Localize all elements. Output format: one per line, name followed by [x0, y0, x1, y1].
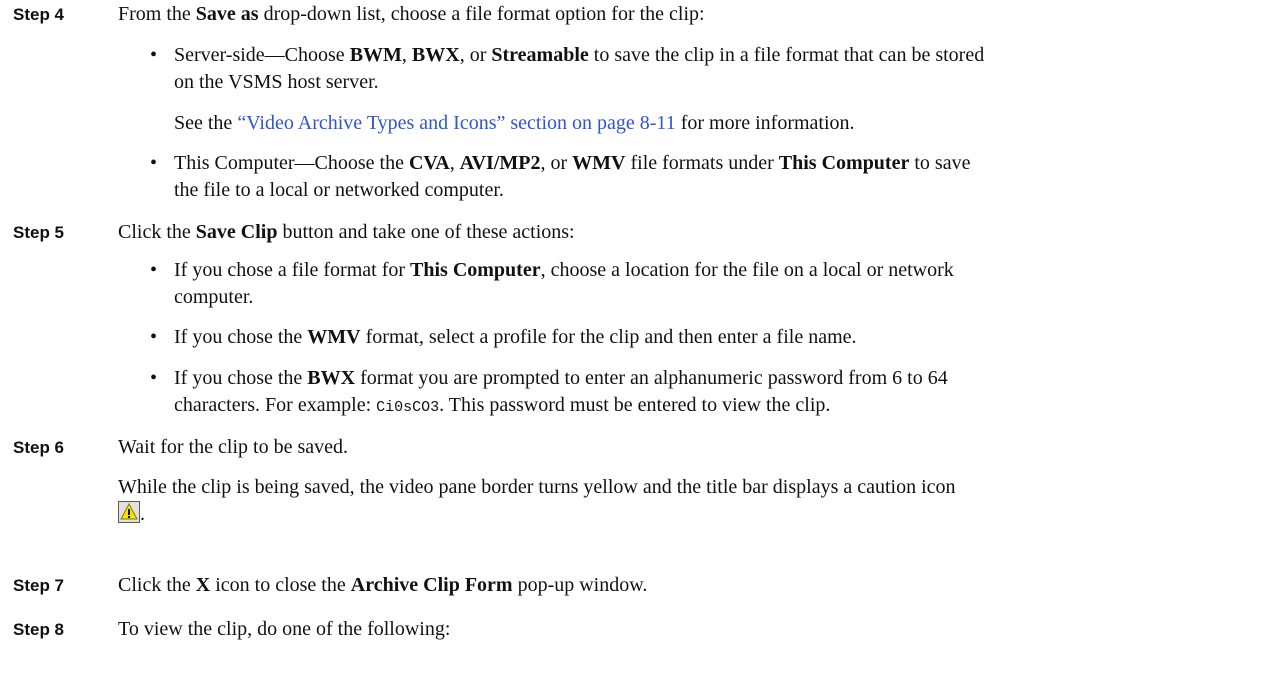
ui-term: BWX: [411, 44, 460, 66]
ui-term: X: [195, 574, 211, 596]
ui-term: This Computer: [778, 152, 910, 174]
list-item-text: Server-side—Choose BWM, BWX, or Streamab…: [174, 42, 1260, 96]
text: See the: [174, 112, 238, 134]
text: Click the: [118, 574, 196, 596]
step-text: Wait for the clip to be saved.: [118, 436, 348, 458]
text: Server-side—Choose: [174, 44, 350, 66]
step-text: From the Save as drop-down list, choose …: [118, 1, 1258, 28]
text: pop-up window.: [512, 574, 648, 596]
paragraph: While the clip is being saved, the video…: [118, 474, 1258, 528]
text: If you chose a file format for: [174, 259, 411, 281]
text: drop-down list, choose a file format opt…: [258, 3, 705, 25]
bullet: •: [150, 259, 158, 281]
list-item-text: If you chose the WMV format, select a pr…: [174, 324, 1260, 351]
text: button and take one of these actions:: [277, 221, 575, 243]
text: Click the: [118, 221, 196, 243]
see-also-paragraph: See the “Video Archive Types and Icons” …: [174, 110, 1260, 137]
step-text: Click the X icon to close the Archive Cl…: [118, 572, 1258, 599]
text: to save the clip in a file format that c…: [588, 44, 985, 66]
ui-term: AVI/MP2: [459, 152, 541, 174]
ui-term: Save as: [195, 3, 259, 25]
ui-term: Streamable: [491, 44, 589, 66]
ui-term: CVA: [408, 152, 450, 174]
caution-icon: [118, 501, 140, 523]
text: computer.: [174, 286, 254, 308]
text: . This password must be entered to view …: [439, 394, 831, 416]
step-label: Step 6: [13, 438, 65, 457]
text: , or: [540, 152, 573, 174]
bullet: •: [150, 326, 158, 348]
text: , or: [459, 44, 492, 66]
text: characters. For example:: [174, 394, 377, 416]
bullet: •: [150, 367, 158, 389]
cross-reference-link[interactable]: “Video Archive Types and Icons” section …: [237, 112, 675, 134]
text: , choose a location for the file on a lo…: [540, 259, 954, 281]
text: If you chose the: [174, 326, 308, 348]
text: .: [140, 503, 145, 525]
text: on the VSMS host server.: [174, 71, 379, 93]
step-label: Step 5: [13, 223, 65, 242]
list-item-text: This Computer—Choose the CVA, AVI/MP2, o…: [174, 150, 1260, 204]
bullet: •: [150, 152, 158, 174]
text: the file to a local or networked compute…: [174, 179, 504, 201]
bullet: •: [150, 44, 158, 66]
text: ,: [401, 44, 412, 66]
text: format, select a profile for the clip an…: [360, 326, 857, 348]
ui-term: Archive Clip Form: [350, 574, 513, 596]
ui-term: BWX: [307, 367, 356, 389]
text: for more information.: [675, 112, 855, 134]
step-text: Click the Save Clip button and take one …: [118, 219, 1258, 246]
text: ,: [449, 152, 460, 174]
ui-term: WMV: [572, 152, 626, 174]
text: file formats under: [625, 152, 779, 174]
step-label: Step 4: [13, 5, 65, 24]
text: This Computer—Choose the: [174, 152, 409, 174]
ui-term: This Computer: [410, 259, 541, 281]
text: to save: [909, 152, 971, 174]
ui-term: BWM: [349, 44, 402, 66]
caution-icon-graphic: [120, 503, 138, 520]
ui-term: Save Clip: [195, 221, 278, 243]
ui-term: WMV: [307, 326, 361, 348]
step-label: Step 7: [13, 576, 65, 595]
list-item-text: If you chose a file format for This Comp…: [174, 257, 1260, 311]
list-item-text: If you chose the BWX format you are prom…: [174, 365, 1260, 421]
text: format you are prompted to enter an alph…: [355, 367, 948, 389]
step-text: To view the clip, do one of the followin…: [118, 618, 451, 640]
text: While the clip is being saved, the video…: [118, 476, 956, 498]
example-password-code: Ci0sCO3: [376, 399, 440, 416]
text: icon to close the: [210, 574, 351, 596]
text: From the: [118, 3, 196, 25]
text: If you chose the: [174, 367, 308, 389]
step-label: Step 8: [13, 620, 65, 639]
